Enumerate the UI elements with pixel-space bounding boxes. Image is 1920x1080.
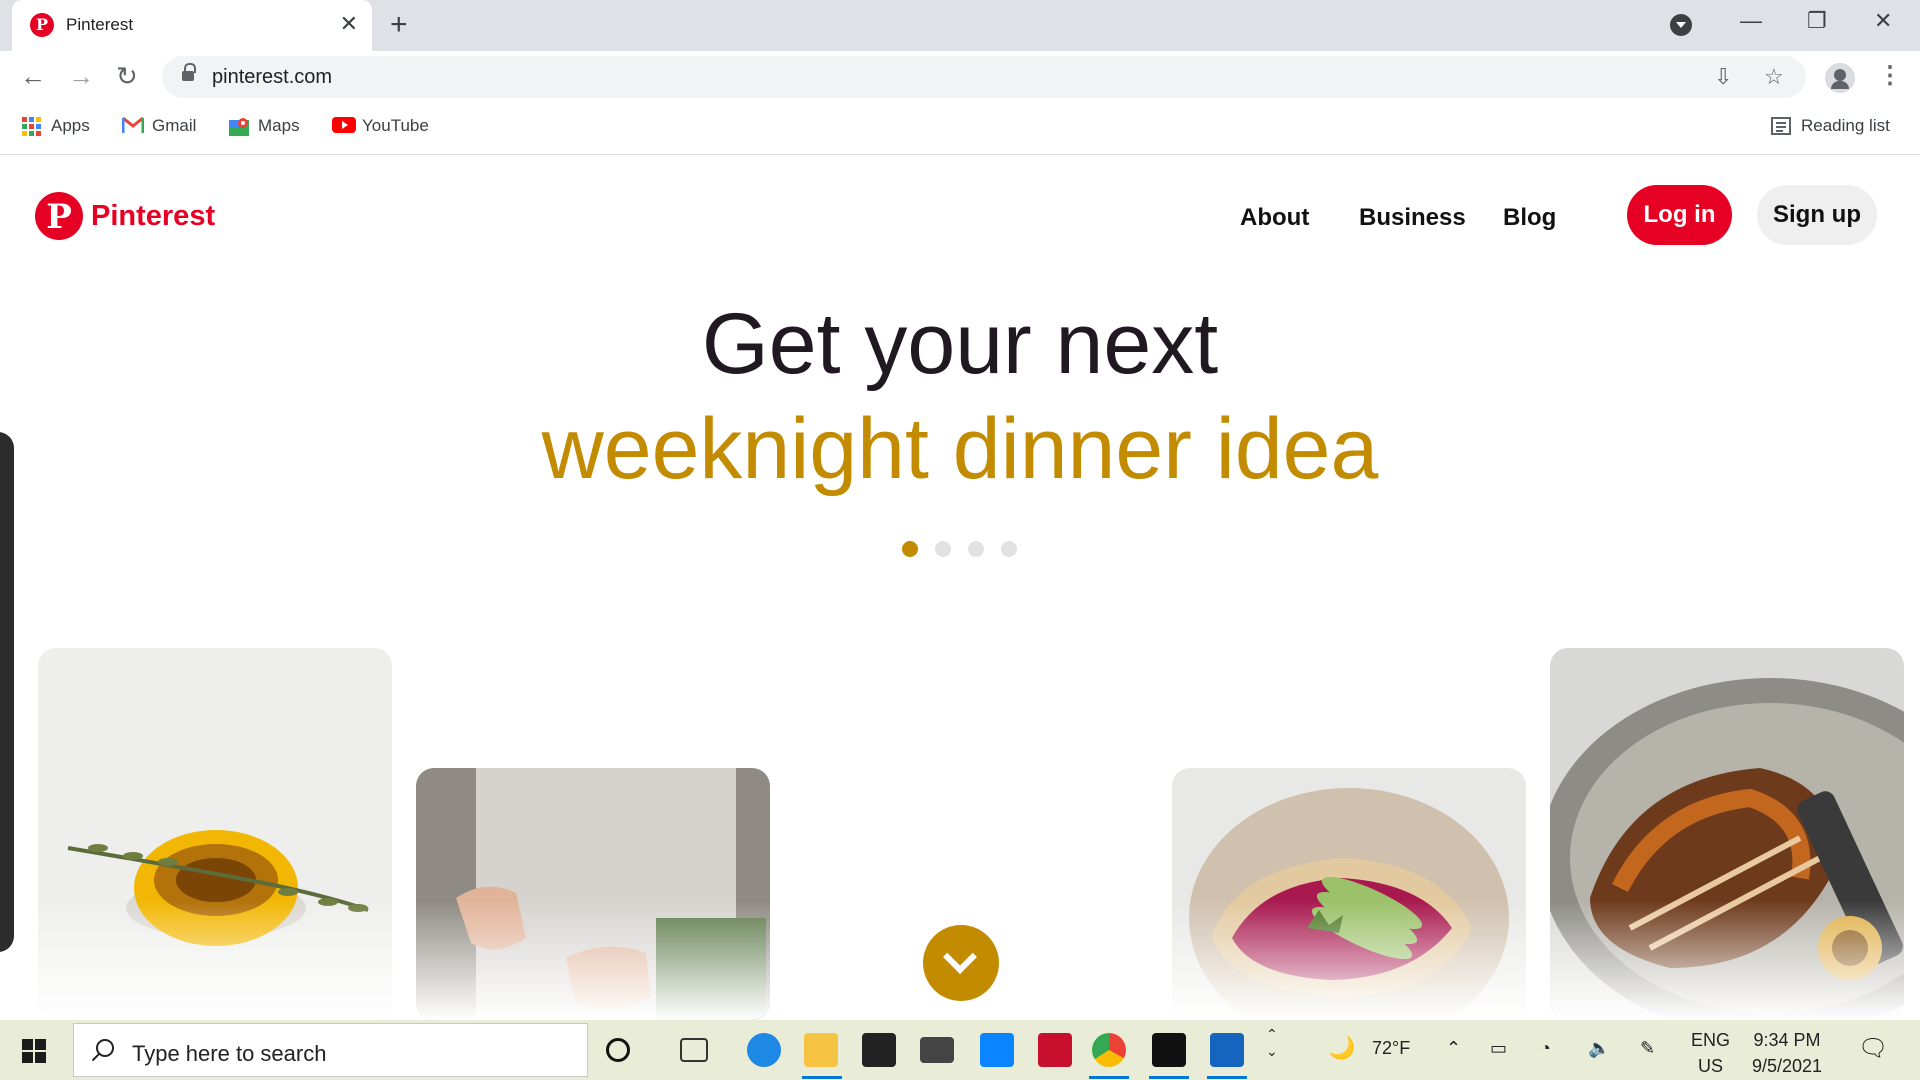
outlook-icon[interactable]	[980, 1033, 1014, 1067]
mail-icon[interactable]	[920, 1037, 954, 1063]
bookmark-apps[interactable]: Apps	[22, 116, 90, 136]
hero-heading: Get your next	[701, 296, 1219, 392]
card-fade	[38, 900, 392, 1020]
url-text[interactable]: pinterest.com	[212, 66, 332, 89]
carousel-dots	[902, 541, 1017, 557]
login-button[interactable]: Log in	[1627, 185, 1732, 245]
bookmark-gmail[interactable]: Gmail	[121, 116, 197, 136]
pinterest-logo-icon: P	[35, 192, 83, 240]
active-indicator	[802, 1076, 842, 1079]
weather-temp[interactable]: 72°F	[1372, 1038, 1410, 1059]
image-card-hands[interactable]	[416, 768, 770, 1020]
pinterest-logo[interactable]: P Pinterest	[35, 192, 215, 240]
notifications-icon[interactable]: 🗨	[1858, 1034, 1888, 1063]
address-bar[interactable]: pinterest.com ⇩ ☆	[162, 56, 1806, 98]
maps-icon	[228, 116, 249, 136]
lock-icon[interactable]	[182, 63, 196, 83]
bookmark-label: YouTube	[362, 116, 429, 135]
weather-moon-icon[interactable]: 🌙	[1328, 1035, 1355, 1061]
card-fade	[1550, 900, 1904, 1020]
card-fade	[1172, 900, 1526, 1020]
bookmarks-bar: Apps Gmail Maps YouTube Reading list	[0, 103, 1920, 155]
bookmark-label: Gmail	[152, 116, 197, 135]
image-card-toast[interactable]	[1172, 768, 1526, 1020]
reload-icon[interactable]: ↻	[116, 61, 138, 92]
file-explorer-icon[interactable]	[804, 1033, 838, 1067]
site-header: P Pinterest About Business Blog Log in S…	[0, 156, 1920, 276]
edge-icon[interactable]	[747, 1033, 781, 1067]
volume-icon[interactable]: 🔈	[1588, 1038, 1610, 1059]
battery-icon[interactable]: ▭	[1490, 1038, 1507, 1059]
bookmark-maps[interactable]: Maps	[228, 116, 300, 136]
bookmark-star-icon[interactable]: ☆	[1764, 64, 1784, 90]
wifi-icon[interactable]: ◔	[1540, 1038, 1551, 1059]
taskbar-scroll-icon[interactable]: ⌃ ⌄	[1266, 1026, 1278, 1060]
task-view-icon[interactable]	[680, 1038, 708, 1062]
language-indicator[interactable]: ENG US	[1691, 1027, 1730, 1079]
hero-subheading: weeknight dinner idea	[541, 401, 1379, 497]
close-tab-icon[interactable]: ✕	[340, 11, 358, 37]
nav-about-link[interactable]: About	[1240, 204, 1309, 232]
carousel-dot[interactable]	[935, 541, 951, 557]
lang-top: ENG	[1691, 1030, 1731, 1050]
cortana-icon[interactable]	[606, 1038, 630, 1062]
clock[interactable]: 9:34 PM 9/5/2021	[1752, 1027, 1822, 1079]
search-icon	[96, 1039, 114, 1057]
apps-grid-icon	[22, 116, 41, 136]
browser-menu-icon[interactable]: ⋮	[1878, 61, 1902, 90]
signup-button[interactable]: Sign up	[1757, 185, 1877, 245]
carousel-dot[interactable]	[902, 541, 918, 557]
nav-blog-link[interactable]: Blog	[1503, 204, 1556, 232]
logo-text: Pinterest	[91, 199, 216, 232]
reading-list-label: Reading list	[1801, 116, 1890, 135]
chrome-icon[interactable]	[1092, 1033, 1126, 1067]
browser-tab-strip: P Pinterest ✕ + — ❐ ✕	[0, 0, 1920, 51]
webstorm-icon[interactable]	[1210, 1033, 1244, 1067]
profile-avatar-icon[interactable]	[1825, 63, 1855, 93]
tab-title: Pinterest	[66, 15, 134, 34]
reading-list-icon	[1771, 116, 1791, 136]
image-card-partial[interactable]	[0, 432, 14, 952]
window-close-icon[interactable]: ✕	[1874, 8, 1892, 34]
clock-date: 9/5/2021	[1752, 1056, 1823, 1076]
windows-taskbar: Type here to search ⌃ ⌄ 🌙 72°F ⌃ ▭ ◔ 🔈 ✎ …	[0, 1020, 1920, 1080]
microsoft-store-icon[interactable]	[862, 1033, 896, 1067]
restore-icon[interactable]: ❐	[1807, 8, 1827, 34]
bookmark-label: Apps	[51, 116, 90, 135]
nav-business-link[interactable]: Business	[1359, 204, 1466, 232]
clock-time: 9:34 PM	[1753, 1030, 1821, 1050]
pen-icon[interactable]: ✎	[1640, 1038, 1655, 1059]
carousel-dot[interactable]	[968, 541, 984, 557]
forward-icon[interactable]: →	[68, 61, 94, 92]
youtube-icon	[332, 116, 356, 136]
scroll-down-button[interactable]	[923, 925, 999, 1001]
active-indicator	[1089, 1076, 1129, 1079]
show-hidden-icons-icon[interactable]: ⌃	[1446, 1038, 1461, 1059]
bookmark-label: Maps	[258, 116, 300, 135]
install-app-icon[interactable]: ⇩	[1714, 64, 1732, 90]
gmail-icon	[121, 116, 145, 136]
mcafee-icon[interactable]	[1038, 1033, 1072, 1067]
browser-tab[interactable]: P Pinterest ✕	[12, 0, 372, 51]
new-tab-icon[interactable]: +	[390, 8, 408, 42]
image-card-soup[interactable]	[38, 648, 392, 1020]
photos-icon[interactable]	[1152, 1033, 1186, 1067]
active-indicator	[1149, 1076, 1189, 1079]
bookmark-youtube[interactable]: YouTube	[332, 116, 429, 136]
carousel-dot[interactable]	[1001, 541, 1017, 557]
taskbar-search-box[interactable]: Type here to search	[73, 1023, 588, 1077]
pinterest-favicon-icon: P	[30, 13, 54, 37]
windows-start-icon[interactable]	[22, 1039, 46, 1063]
active-indicator	[1207, 1076, 1247, 1079]
tab-search-icon[interactable]	[1670, 14, 1692, 36]
back-icon[interactable]: ←	[20, 61, 46, 92]
image-card-chicken[interactable]	[1550, 648, 1904, 1020]
lang-bottom: US	[1698, 1056, 1724, 1076]
browser-toolbar: ← → ↻ pinterest.com ⇩ ☆ ⋮	[0, 51, 1920, 103]
reading-list-button[interactable]: Reading list	[1771, 116, 1890, 136]
card-fade	[416, 900, 770, 1020]
taskbar-search-placeholder: Type here to search	[132, 1041, 327, 1066]
minimize-icon[interactable]: —	[1740, 8, 1762, 34]
